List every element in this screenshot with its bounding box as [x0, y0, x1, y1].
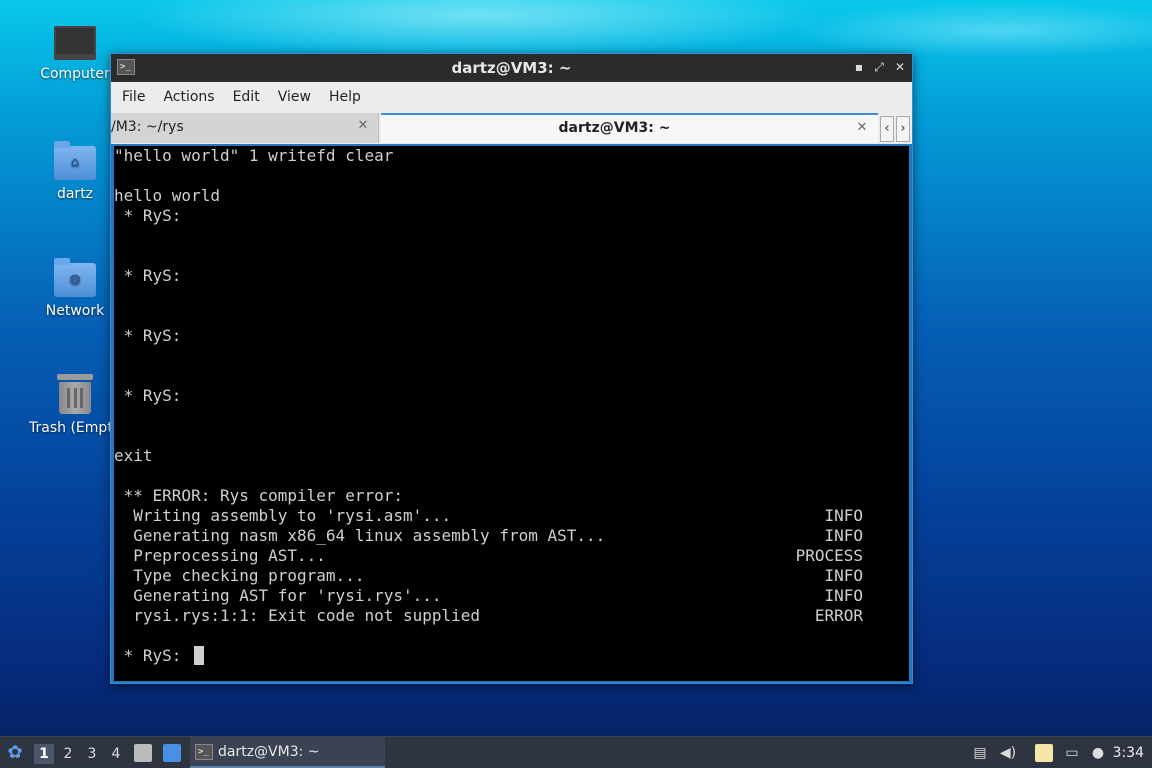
terminal-line: Generating AST for 'rysi.rys'... [114, 586, 442, 605]
terminal-status: INFO [824, 566, 863, 585]
show-desktop-icon[interactable] [163, 744, 181, 762]
workspace-3[interactable]: 3 [82, 744, 102, 764]
desktop-icon-label: Network [45, 303, 105, 319]
menu-help[interactable]: Help [320, 89, 370, 105]
tab-bar: /M3: ~/rys ✕ dartz@VM3: ~ ✕ ‹ › [111, 112, 912, 144]
workspace-1[interactable]: 1 [34, 744, 54, 764]
tab-rys[interactable]: /M3: ~/rys ✕ [111, 113, 379, 143]
terminal-line: Writing assembly to 'rysi.asm'... [114, 506, 452, 525]
terminal-line: hello world [114, 186, 220, 205]
terminal-status: PROCESS [795, 546, 863, 565]
desktop-icon-computer[interactable]: Computer [30, 26, 120, 82]
terminal-line: "hello world" 1 writefd clear [114, 146, 394, 165]
terminal-line: * RyS: [114, 206, 182, 225]
terminal-line: rysi.rys:1:1: Exit code not supplied [114, 606, 481, 625]
trash-icon [57, 374, 93, 414]
tab-home[interactable]: dartz@VM3: ~ ✕ [381, 113, 878, 143]
file-manager-icon[interactable] [134, 744, 152, 762]
task-label: dartz@VM3: ~ [218, 744, 320, 760]
close-button[interactable]: ✕ [892, 59, 908, 75]
menu-view[interactable]: View [269, 89, 320, 105]
terminal-line: * RyS: [114, 646, 192, 665]
maximize-button[interactable]: ⤢ [871, 59, 887, 75]
volume-icon[interactable]: ◀) [999, 744, 1017, 762]
desktop-icon-label: Computer [40, 66, 110, 82]
terminal-window[interactable]: >_ dartz@VM3: ~ ▪ ⤢ ✕ File Actions Edit … [110, 53, 913, 684]
terminal-output[interactable]: "hello world" 1 writefd clear hello world… [114, 146, 909, 681]
workspace-4[interactable]: 4 [106, 744, 126, 764]
notification-icon[interactable]: ● [1089, 744, 1107, 762]
clipboard-icon[interactable]: ▤ [971, 744, 989, 762]
terminal-status: ERROR [814, 606, 863, 625]
terminal-line: exit [114, 446, 153, 465]
computer-icon [54, 26, 96, 60]
taskbar: ✿ 1 2 3 4 >_ dartz@VM3: ~ ▤ ◀) ▭ ● 3:34 [0, 736, 1152, 768]
tab-scroll-right-icon[interactable]: › [896, 116, 910, 142]
tab-close-icon[interactable]: ✕ [355, 118, 371, 133]
window-titlebar[interactable]: >_ dartz@VM3: ~ ▪ ⤢ ✕ [111, 54, 912, 82]
terminal-line: * RyS: [114, 326, 182, 345]
terminal-line: * RyS: [114, 266, 182, 285]
window-title: dartz@VM3: ~ [451, 59, 572, 77]
terminal-status: INFO [824, 586, 863, 605]
menu-bar: File Actions Edit View Help [111, 82, 912, 112]
tab-close-icon[interactable]: ✕ [854, 120, 870, 135]
terminal-line: Type checking program... [114, 566, 365, 585]
terminal-line: Generating nasm x86_64 linux assembly fr… [114, 526, 606, 545]
terminal-line: Preprocessing AST... [114, 546, 326, 565]
clock[interactable]: 3:34 [1113, 745, 1144, 761]
desktop-icon-label: dartz [56, 186, 94, 202]
minimize-button[interactable]: ▪ [851, 59, 867, 75]
network-folder-icon: ◍ [54, 258, 96, 297]
terminal-line: ** ERROR: Rys compiler error: [114, 486, 403, 505]
tab-scroll-left-icon[interactable]: ‹ [880, 116, 894, 142]
terminal-status: INFO [824, 526, 863, 545]
menu-actions[interactable]: Actions [154, 89, 223, 105]
desktop-icon-network[interactable]: ◍ Network [30, 258, 120, 319]
taskbar-task-terminal[interactable]: >_ dartz@VM3: ~ [190, 737, 385, 768]
terminal-cursor [194, 646, 204, 665]
notes-icon[interactable] [1035, 744, 1053, 762]
terminal-line: * RyS: [114, 386, 182, 405]
start-menu-icon[interactable]: ✿ [6, 744, 24, 762]
terminal-icon: >_ [195, 744, 213, 760]
tab-label: /M3: ~/rys [111, 119, 184, 135]
menu-edit[interactable]: Edit [224, 89, 269, 105]
workspace-2[interactable]: 2 [58, 744, 78, 764]
menu-file[interactable]: File [113, 89, 154, 105]
home-folder-icon: ⌂ [54, 141, 96, 180]
tab-label: dartz@VM3: ~ [558, 120, 671, 136]
desktop-icon-home[interactable]: ⌂ dartz [30, 141, 120, 202]
terminal-status: INFO [824, 506, 863, 525]
network-icon[interactable]: ▭ [1063, 744, 1081, 762]
